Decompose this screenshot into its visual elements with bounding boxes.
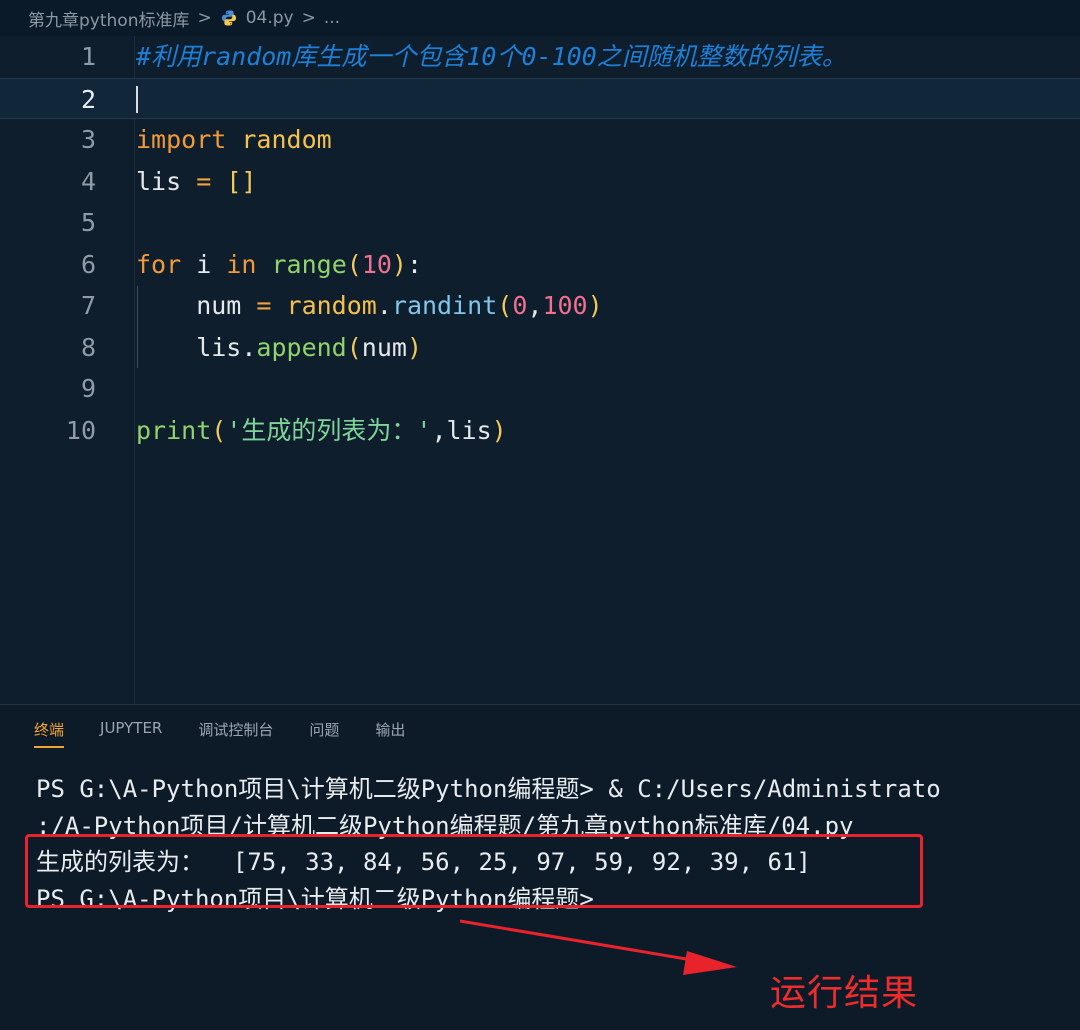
text-cursor: [136, 85, 138, 113]
line-number: 10: [65, 415, 96, 445]
code-line[interactable]: 5: [0, 202, 1080, 243]
code-token: .: [241, 332, 257, 362]
line-number: 5: [80, 208, 96, 237]
code-line[interactable]: 8 lis.append(num): [0, 327, 1080, 368]
code-token: :: [406, 249, 423, 279]
code-token: (: [346, 249, 362, 279]
code-line[interactable]: 2: [0, 77, 1080, 119]
breadcrumb-file[interactable]: 04.py: [246, 8, 294, 28]
code-text: print('生成的列表为：',lis): [136, 410, 507, 451]
code-token: 0: [512, 291, 528, 320]
line-number: 8: [80, 332, 96, 362]
code-line[interactable]: 10 print('生成的列表为：',lis): [0, 410, 1080, 451]
code-token: random: [286, 291, 377, 320]
code-text: lis.append(num): [136, 327, 422, 368]
result-highlight-box: [25, 834, 923, 908]
breadcrumb-separator-2: >: [301, 8, 316, 28]
annotation-label: 运行结果: [770, 973, 919, 1014]
code-line[interactable]: 6 for i in range(10):: [0, 244, 1080, 285]
code-token: ): [587, 291, 603, 320]
code-token: ): [391, 249, 407, 279]
code-text: import random: [136, 119, 332, 160]
line-number: 1: [80, 42, 96, 71]
code-editor[interactable]: 1 #利用random库生成一个包含10个0-100之间随机整数的列表。 2 3 imp…: [0, 36, 1080, 704]
code-text: lis = []: [136, 161, 256, 202]
panel-tabs: 终端 JUPYTER 调试控制台 问题 输出: [34, 719, 441, 748]
code-token: ,: [527, 291, 543, 320]
code-token: i: [181, 249, 227, 279]
code-token: append: [256, 332, 347, 362]
code-token: lis: [446, 415, 492, 445]
code-token: 100: [542, 291, 588, 320]
terminal-line: PS G:\A-Python项目\计算机二级Python编程题> & C:/Us…: [36, 775, 941, 803]
line-number: 6: [80, 249, 96, 279]
code-token: []: [226, 166, 257, 196]
code-text: num = random.randint(0,100): [136, 285, 603, 326]
panel-tab[interactable]: 问题: [309, 719, 339, 748]
panel-tab[interactable]: 输出: [375, 719, 405, 748]
code-token: (: [211, 415, 227, 445]
code-token: lis: [136, 166, 182, 196]
panel-tab[interactable]: 调试控制台: [198, 719, 273, 748]
code-token: num: [361, 332, 407, 362]
code-token: import: [136, 125, 227, 154]
line-number: 3: [80, 125, 96, 154]
python-file-icon: [220, 9, 238, 27]
line-number: 7: [80, 291, 96, 320]
code-line[interactable]: 4 lis = []: [0, 161, 1080, 202]
line-number: 9: [80, 374, 96, 403]
code-token: for: [136, 249, 182, 279]
code-token: 10: [361, 249, 392, 279]
code-token: ): [491, 415, 507, 445]
code-token: num: [136, 291, 242, 320]
code-token: ): [406, 332, 423, 362]
code-line[interactable]: 3 import random: [0, 119, 1080, 160]
annotation-arrow-icon: [459, 919, 737, 975]
code-token: (: [497, 291, 513, 320]
line-number: 4: [80, 166, 96, 196]
code-line[interactable]: 1 #利用random库生成一个包含10个0-100之间随机整数的列表。: [0, 36, 1080, 77]
breadcrumb-separator: >: [197, 8, 212, 28]
code-token: =: [241, 291, 287, 320]
code-token: =: [181, 166, 227, 196]
breadcrumb: 第九章python标准库 > 04.py > ...: [0, 0, 1080, 36]
code-line[interactable]: 9: [0, 368, 1080, 409]
panel-tab[interactable]: 终端: [34, 719, 65, 748]
code-token: .: [376, 291, 392, 320]
code-token: #利用random库生成一个包含10个0-100之间随机整数的列表。: [136, 42, 847, 71]
panel-tab[interactable]: JUPYTER: [100, 719, 162, 748]
code-token: lis: [136, 332, 242, 362]
line-number: 2: [80, 84, 96, 114]
code-token: in: [226, 249, 257, 279]
code-text: #利用random库生成一个包含10个0-100之间随机整数的列表。: [136, 36, 847, 77]
code-token: '生成的列表为：': [226, 415, 432, 445]
code-token: ,: [431, 415, 447, 445]
breadcrumb-folder[interactable]: 第九章python标准库: [28, 6, 189, 31]
breadcrumb-more[interactable]: ...: [324, 8, 340, 28]
code-token: print: [136, 415, 212, 445]
code-line[interactable]: 7 num = random.randint(0,100): [0, 285, 1080, 326]
code-token: range: [271, 249, 347, 279]
code-token: (: [346, 332, 362, 362]
code-token: random: [241, 125, 332, 154]
code-token: randint: [391, 291, 498, 320]
code-text: for i in range(10):: [136, 244, 422, 285]
